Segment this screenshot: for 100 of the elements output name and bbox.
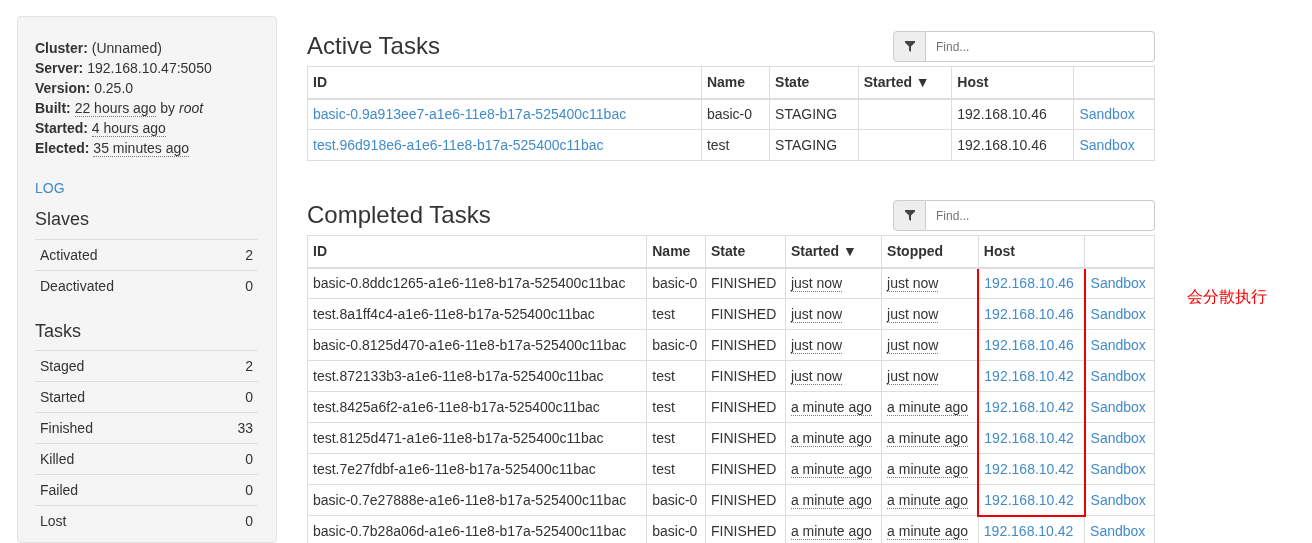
- stat-count: 2: [193, 350, 258, 382]
- time-value: 35 minutes ago: [93, 140, 190, 157]
- section-title: Active Tasks: [307, 31, 440, 61]
- host-link[interactable]: 192.168.10.42: [984, 368, 1074, 384]
- filter-button[interactable]: [893, 31, 926, 62]
- time-value: just now: [790, 306, 843, 323]
- stat-label: Lost: [35, 505, 194, 537]
- table-cell: FINISHED: [705, 453, 786, 485]
- task-id: test.7e27fdbf-a1e6-11e8-b17a-525400c11bac: [307, 453, 647, 485]
- stat-count: 0: [193, 505, 258, 537]
- table-cell: STAGING: [769, 98, 859, 130]
- task-id: test.8125d471-a1e6-11e8-b17a-525400c11bac: [307, 422, 647, 454]
- time-value: a minute ago: [887, 523, 969, 540]
- annotation-text: 会分散执行: [1187, 287, 1267, 307]
- info-label: Elected:: [35, 140, 90, 156]
- host-link[interactable]: 192.168.10.42: [984, 491, 1074, 508]
- table-cell: 192.168.10.46: [951, 98, 1074, 130]
- table-cell: basic-0: [646, 267, 706, 299]
- info-value: 192.168.10.47:5050: [87, 60, 212, 76]
- time-value: just now: [887, 306, 939, 323]
- table-cell: FINISHED: [705, 298, 786, 330]
- search-field[interactable]: Find...: [926, 200, 1155, 231]
- section-heading: Tasks: [35, 320, 82, 343]
- stat-count: 2: [219, 239, 258, 271]
- time-value: a minute ago: [790, 430, 872, 447]
- time-value: just now: [790, 337, 843, 354]
- time-value: just now: [790, 368, 843, 385]
- stat-count: 33: [193, 412, 258, 444]
- stat-label: Deactivated: [35, 270, 219, 301]
- time-value: just now: [887, 368, 939, 385]
- time-value: a minute ago: [887, 461, 969, 478]
- stat-label: Staged: [35, 350, 194, 382]
- time-value: a minute ago: [887, 492, 969, 509]
- column-header: Started ▼: [858, 66, 952, 99]
- table-cell: FINISHED: [705, 360, 786, 392]
- filter-icon: [904, 41, 915, 52]
- task-id: test.872133b3-a1e6-11e8-b17a-525400c11bac: [307, 360, 647, 392]
- table-cell: basic-0: [701, 98, 770, 130]
- filter-button[interactable]: [893, 200, 926, 231]
- table-cell: FINISHED: [705, 267, 786, 299]
- host-link[interactable]: 192.168.10.46: [984, 275, 1074, 292]
- section-heading: Slaves: [35, 209, 91, 231]
- time-value: just now: [887, 337, 939, 354]
- table-cell: FINISHED: [705, 484, 786, 516]
- column-header: Name: [646, 235, 706, 268]
- column-header: State: [769, 66, 859, 99]
- host-link[interactable]: 192.168.10.42: [984, 399, 1074, 415]
- host-link[interactable]: 192.168.10.42: [984, 430, 1074, 446]
- info-value: 0.25.0: [94, 80, 134, 96]
- stat-label: Started: [35, 381, 194, 413]
- column-header: ID: [307, 235, 647, 268]
- info-label: Built:: [35, 100, 71, 116]
- task-id: test.8425a6f2-a1e6-11e8-b17a-525400c11bac: [307, 391, 647, 423]
- table-cell: test: [646, 360, 706, 392]
- time-value: a minute ago: [887, 430, 969, 447]
- table-cell: basic-0: [646, 484, 706, 516]
- stat-count: 0: [219, 270, 258, 301]
- column-header: Host: [978, 235, 1085, 268]
- time-value: a minute ago: [790, 523, 872, 540]
- table-cell: 192.168.10.46: [951, 129, 1074, 161]
- table-cell: basic-0: [646, 329, 706, 361]
- host-link[interactable]: 192.168.10.46: [984, 306, 1074, 322]
- table-cell: FINISHED: [705, 329, 786, 361]
- stat-label: Failed: [35, 474, 194, 506]
- task-id: test.8a1ff4c4-a1e6-11e8-b17a-525400c11bac: [307, 298, 647, 330]
- table-cell: test: [646, 422, 706, 454]
- column-header: Started ▼: [785, 235, 882, 268]
- column-header: State: [705, 235, 786, 268]
- time-value: a minute ago: [790, 492, 872, 509]
- column-header: Stopped: [881, 235, 979, 268]
- table-cell: STAGING: [769, 129, 859, 161]
- stat-label: Finished: [35, 412, 194, 444]
- table-cell: FINISHED: [705, 391, 786, 423]
- table-cell: test: [701, 129, 770, 161]
- search-field[interactable]: Find...: [926, 31, 1155, 62]
- column-header: Name: [701, 66, 770, 99]
- task-id: basic-0.7b28a06d-a1e6-11e8-b17a-525400c11bac: [307, 515, 647, 543]
- task-id: basic-0.7e27888e-a1e6-11e8-b17a-525400c11bac: [307, 484, 647, 516]
- section-title: Completed Tasks: [307, 200, 491, 230]
- stat-count: 0: [193, 443, 258, 475]
- filter-icon: [904, 210, 915, 221]
- stat-count: 0: [193, 381, 258, 413]
- info-value: (Unnamed): [91, 40, 162, 56]
- log-link[interactable]: LOG: [35, 180, 65, 196]
- stat-label: Killed: [35, 443, 194, 475]
- info-label: Server:: [35, 60, 84, 76]
- time-value: just now: [790, 275, 843, 293]
- stat-label: Activated: [35, 239, 219, 271]
- time-value: 22 hours ago: [74, 100, 157, 117]
- host-link[interactable]: 192.168.10.42: [984, 461, 1074, 477]
- time-value: a minute ago: [790, 399, 872, 416]
- task-id: basic-0.8125d470-a1e6-11e8-b17a-525400c11bac: [307, 329, 647, 361]
- stat-count: 0: [193, 474, 258, 506]
- info-label: Cluster:: [35, 40, 88, 56]
- column-header: Host: [951, 66, 1074, 99]
- time-value: just now: [887, 275, 939, 293]
- host-link[interactable]: 192.168.10.46: [984, 337, 1074, 353]
- builder-text: by root: [160, 100, 204, 116]
- info-label: Started:: [35, 120, 88, 136]
- task-id: basic-0.8ddc1265-a1e6-11e8-b17a-525400c11bac: [307, 267, 647, 299]
